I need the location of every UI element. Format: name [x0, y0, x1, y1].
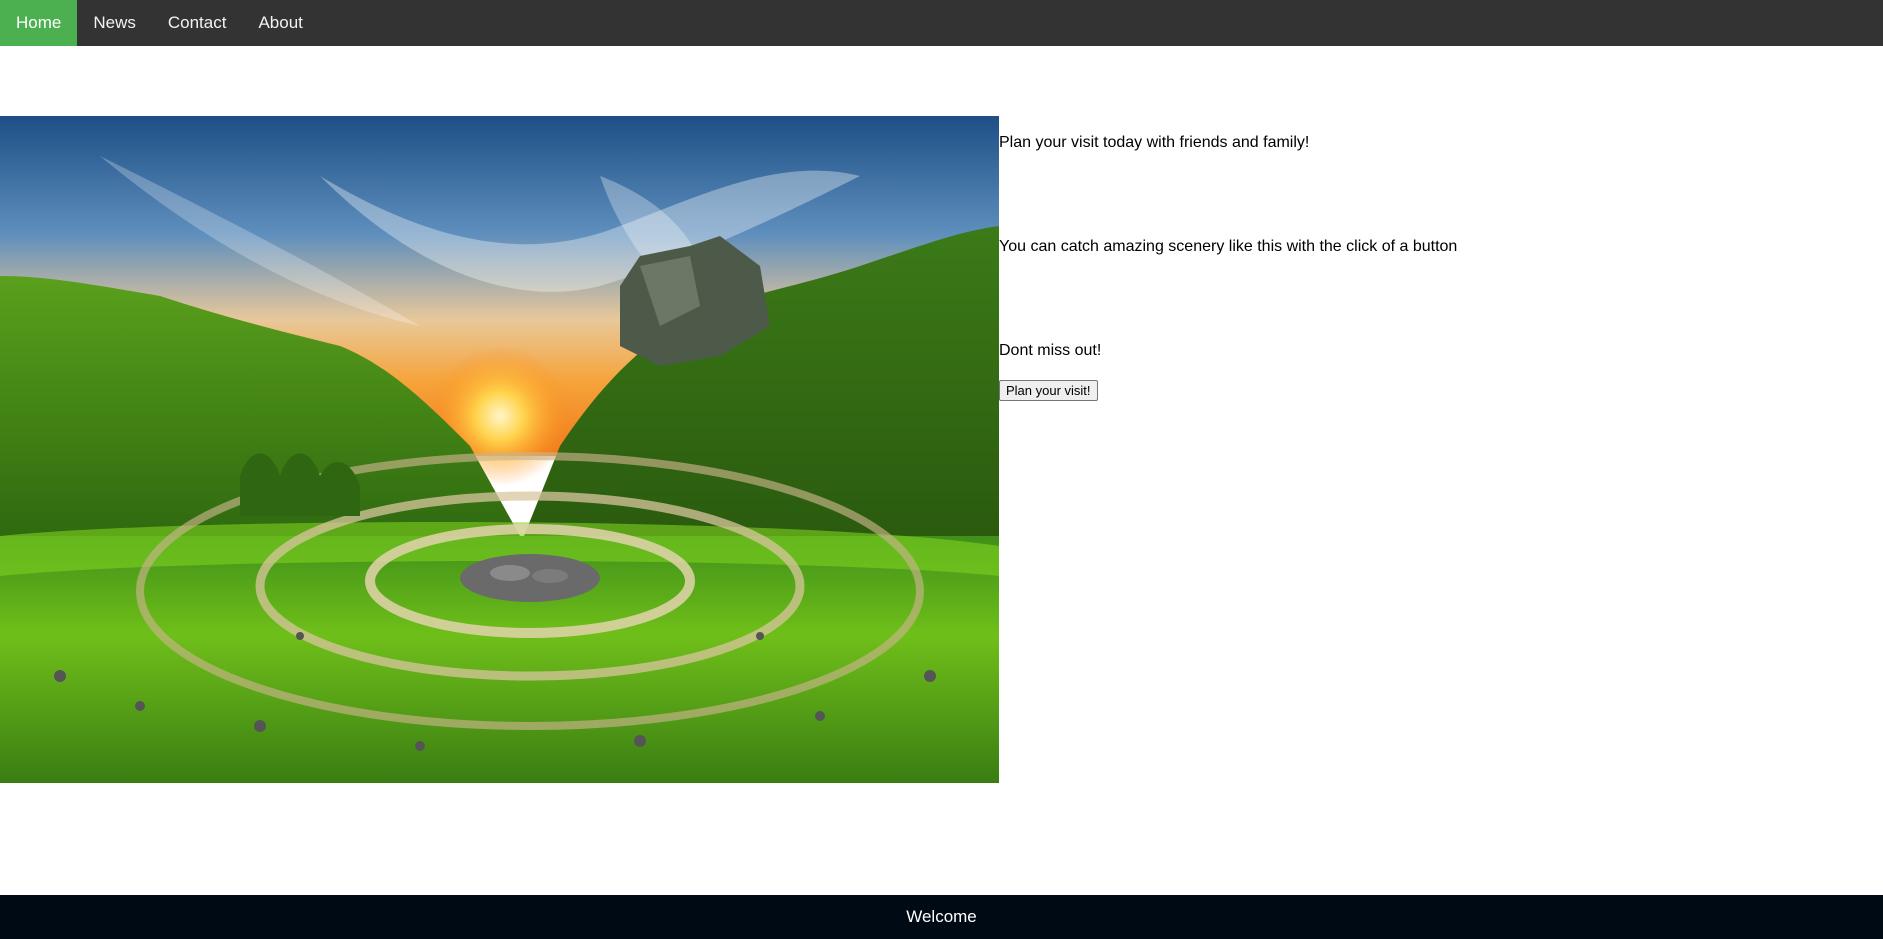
- nav-home-link[interactable]: Home: [0, 0, 78, 46]
- nav-news-link[interactable]: News: [77, 0, 152, 46]
- plan-visit-button[interactable]: Plan your visit!: [999, 380, 1098, 401]
- nav-about-link[interactable]: About: [242, 0, 318, 46]
- plan-visit-text: Plan your visit today with friends and f…: [999, 134, 1310, 151]
- footer-welcome-text: Welcome: [906, 907, 977, 926]
- nav-contact-link[interactable]: Contact: [152, 0, 243, 46]
- top-navigation-bar: Home News Contact About: [0, 0, 1883, 46]
- scenery-landscape-image: [0, 116, 999, 783]
- dont-miss-out-text: Dont miss out!: [999, 342, 1102, 359]
- scenery-text: You can catch amazing scenery like this …: [999, 238, 1458, 255]
- footer-bar: Welcome: [0, 895, 1883, 939]
